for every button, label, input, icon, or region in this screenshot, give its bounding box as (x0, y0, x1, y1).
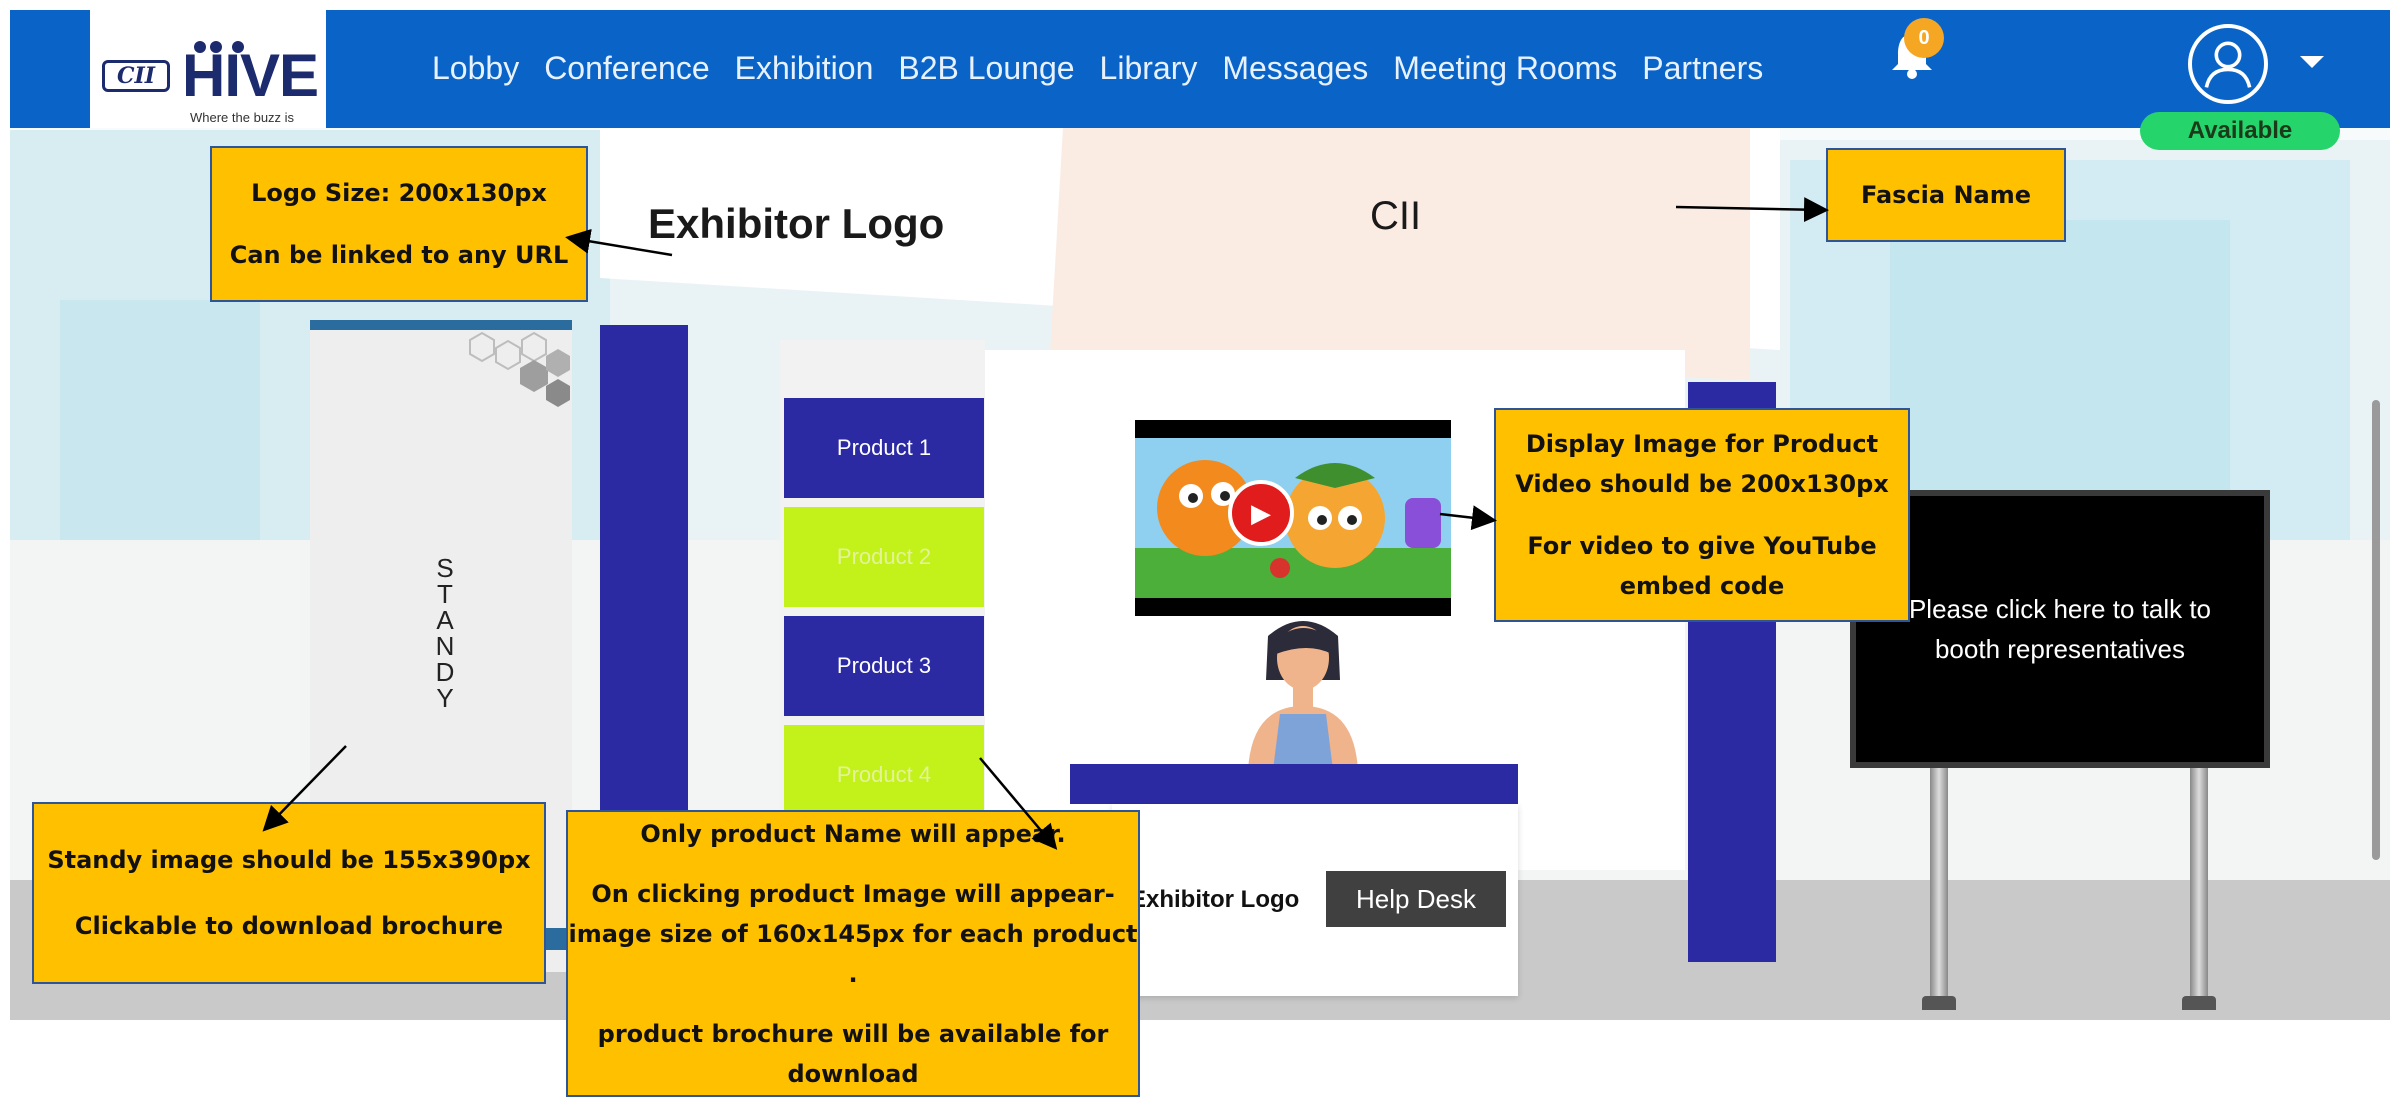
tv-stand-leg (1930, 768, 1948, 1010)
fascia-name: CII (1370, 194, 1422, 238)
callout-video: Display Image for Product Video should b… (1494, 408, 1910, 622)
callout-fascia: Fascia Name (1826, 148, 2066, 242)
callout-line: Can be linked to any URL (229, 241, 569, 269)
nav-exhibition[interactable]: Exhibition (735, 50, 874, 87)
product-2-button[interactable]: Product 2 (784, 507, 984, 607)
callout-line: Display Image for Product (1525, 430, 1879, 458)
nav-partners[interactable]: Partners (1642, 50, 1763, 87)
product-3-button[interactable]: Product 3 (784, 616, 984, 716)
callout-line: product brochure will be available for (597, 1019, 1109, 1048)
scrollbar[interactable] (2372, 400, 2380, 860)
callout-line: Clickable to download brochure (74, 912, 504, 940)
top-navbar: CII HIVE Where the buzz is Lobby Confere… (10, 10, 2390, 128)
callout-logo: Logo Size: 200x130px Can be linked to an… (210, 146, 588, 302)
standy-letter: Y (436, 683, 454, 713)
desk-exhibitor-logo: Exhibitor Logo (1130, 886, 1300, 913)
callout-line: image size of 160x145px for each product… (568, 919, 1138, 988)
hall-wall-block-right (1890, 220, 2230, 520)
play-icon[interactable]: ▶ (1228, 480, 1294, 546)
tv-stand-leg (2190, 768, 2208, 1010)
standy-letter: T (437, 579, 453, 609)
standy-letter: A (436, 605, 454, 635)
booth-pillar-left (600, 325, 688, 885)
talk-to-representatives-screen[interactable]: Please click here to talk to booth repre… (1850, 490, 2270, 768)
exhibitor-logo[interactable]: Exhibitor Logo (648, 200, 944, 248)
nav-messages[interactable]: Messages (1222, 50, 1368, 87)
fascia-board (1050, 110, 1750, 380)
standy-label: S T A N D Y (430, 555, 460, 711)
standy-letter: S (436, 553, 454, 583)
standy-letter: D (435, 657, 455, 687)
nav-lobby[interactable]: Lobby (432, 50, 519, 87)
hall-wall-block (60, 300, 260, 540)
tv-text-line: Please click here to talk to (1908, 594, 2212, 624)
user-avatar-icon[interactable] (2188, 24, 2268, 104)
callout-line: Video should be 200x130px (1515, 470, 1889, 498)
nav-b2b-lounge[interactable]: B2B Lounge (898, 50, 1074, 87)
tv-stand-foot (2182, 996, 2216, 1010)
notification-badge: 0 (1904, 18, 1944, 58)
callout-line: Fascia Name (1860, 181, 2032, 209)
tv-stand-foot (1922, 996, 1956, 1010)
hexagon-pattern-icon (469, 331, 570, 407)
callout-line: Standy image should be 155x390px (47, 846, 531, 874)
product-1-button[interactable]: Product 1 (784, 398, 984, 498)
callout-line: On clicking product Image will appear- (591, 879, 1115, 908)
tv-text-line: booth representatives (1934, 634, 2186, 664)
nav-library[interactable]: Library (1100, 50, 1198, 87)
chevron-down-icon[interactable] (2300, 56, 2324, 68)
callout-line: embed code (1619, 572, 1785, 600)
standy-top-bar (310, 320, 572, 330)
callout-line: download (787, 1059, 919, 1088)
brand-logo[interactable]: CII HIVE Where the buzz is (90, 10, 326, 128)
help-desk-counter (1070, 764, 1518, 804)
main-nav: Lobby Conference Exhibition B2B Lounge L… (432, 50, 1788, 87)
brand-tagline: Where the buzz is (190, 110, 295, 125)
callout-line: Logo Size: 200x130px (251, 179, 547, 207)
nav-conference[interactable]: Conference (544, 50, 709, 87)
status-badge[interactable]: Available (2140, 112, 2340, 150)
callout-line: Only product Name will appear. (640, 819, 1066, 848)
callout-line: For video to give YouTube (1527, 532, 1877, 560)
help-desk-button[interactable]: Help Desk (1326, 871, 1506, 927)
cii-logo: CII (102, 60, 170, 92)
hive-wordmark: HIVE (182, 42, 319, 109)
standy-letter: N (435, 631, 455, 661)
callout-product: Only product Name will appear. On clicki… (566, 810, 1140, 1097)
booth-representative (1248, 621, 1358, 770)
nav-meeting-rooms[interactable]: Meeting Rooms (1393, 50, 1617, 87)
callout-standy: Standy image should be 155x390px Clickab… (32, 802, 546, 984)
